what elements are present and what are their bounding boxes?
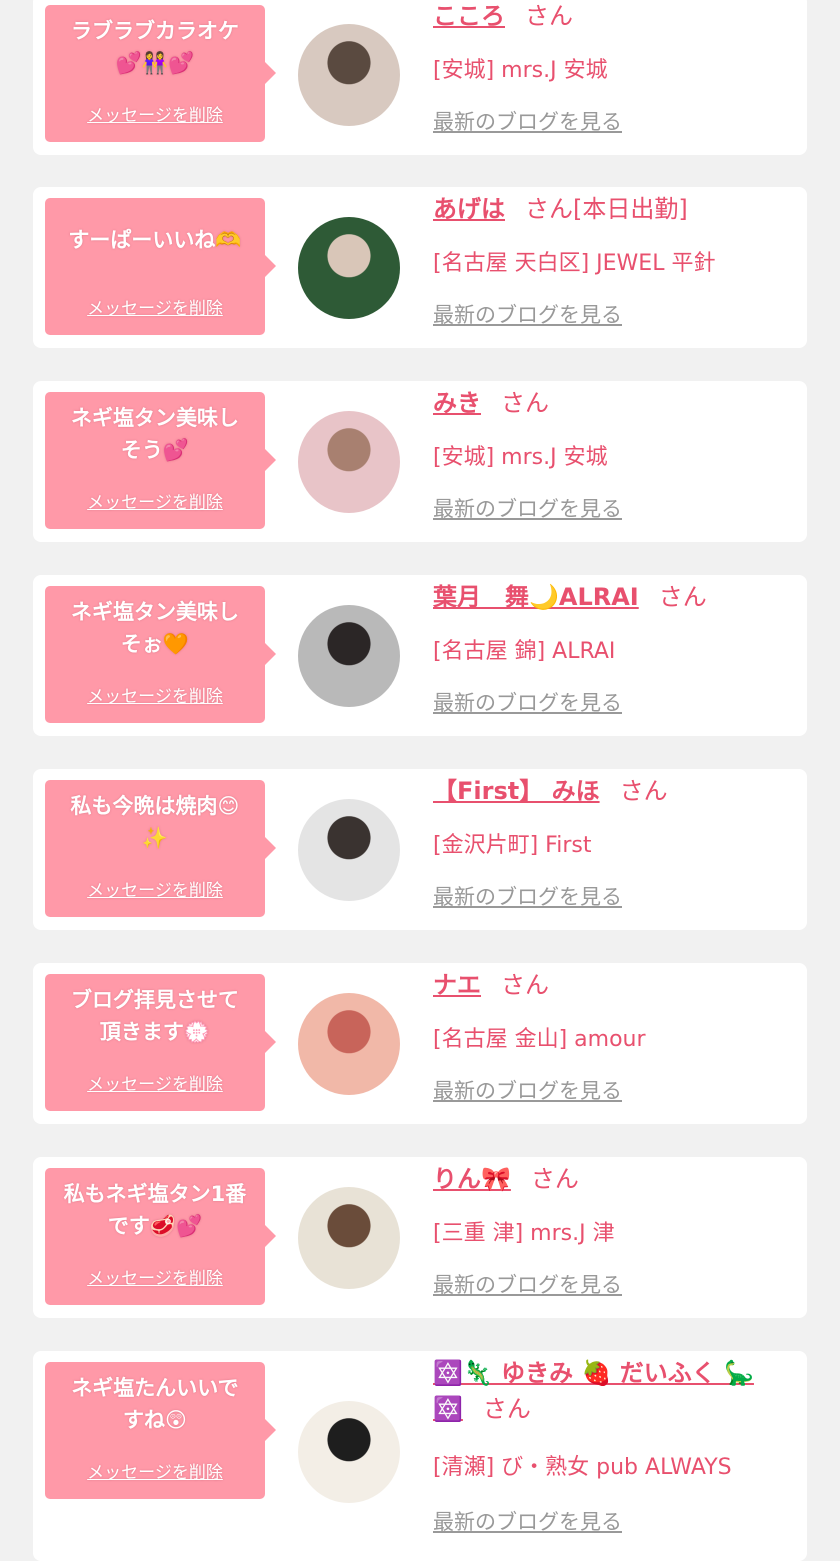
- message-text: 私も今晩は焼肉😊 ✨: [70, 794, 240, 850]
- honorific-label: さん: [482, 1395, 531, 1423]
- message-bubble: すーぱーいいね🫶 メッセージを削除: [45, 198, 276, 335]
- avatar-photo-icon[interactable]: [298, 799, 400, 901]
- message-text: ラブラブカラオケ 💕👭💕: [71, 19, 239, 75]
- shop-name: [清瀬] び・熟女 pub ALWAYS: [433, 1455, 732, 1480]
- message-list: ラブラブカラオケ 💕👭💕 メッセージを削除 こころ さん [安城] mrs.J 安城 最新…: [0, 0, 840, 1561]
- profile-name-line: あげは さん[本日出勤]: [433, 191, 793, 227]
- shop-name: [安城] mrs.J 安城: [433, 445, 608, 470]
- avatar-photo-icon[interactable]: [298, 605, 400, 707]
- latest-blog-link[interactable]: 最新のブログを見る: [433, 1075, 622, 1105]
- shop-name: [金沢片町] First: [433, 833, 592, 858]
- delete-message-link[interactable]: メッセージを削除: [45, 876, 265, 901]
- message-bubble: ブログ拝見させて 頂きます💮 メッセージを削除: [45, 974, 276, 1111]
- message-text: ネギ塩タン美味し そぉ🧡: [71, 600, 239, 656]
- message-bubble: 私も今晩は焼肉😊 ✨ メッセージを削除: [45, 780, 276, 917]
- shop-name: [名古屋 天白区] JEWEL 平針: [433, 251, 716, 276]
- delete-message-link[interactable]: メッセージを削除: [45, 1264, 265, 1289]
- message-text: ネギ塩たんいいで すね😲: [71, 1376, 239, 1432]
- message-text: ネギ塩タン美味し そう💕: [71, 406, 239, 462]
- profile-name-line: 葉月 舞🌙ALRAI さん: [433, 579, 793, 615]
- profile-name-line: ナエ さん: [433, 967, 793, 1003]
- profile-name-line: 🔯🦎 ゆきみ 🍓 だいふく 🦕 🔯 さん: [433, 1355, 793, 1427]
- message-card: ネギ塩たんいいで すね😲 メッセージを削除 🔯🦎 ゆきみ 🍓 だいふく 🦕 🔯 さん […: [33, 1351, 807, 1561]
- profile-name-link[interactable]: りん🎀: [433, 1165, 511, 1193]
- message-card: ブログ拝見させて 頂きます💮 メッセージを削除 ナエ さん [名古屋 金山] amour…: [33, 963, 807, 1124]
- shop-name: [名古屋 錦] ALRAI: [433, 639, 616, 664]
- latest-blog-link[interactable]: 最新のブログを見る: [433, 1506, 622, 1536]
- message-text: ブログ拝見させて 頂きます💮: [71, 988, 239, 1044]
- delete-message-link[interactable]: メッセージを削除: [45, 1070, 265, 1095]
- message-bubble: 私もネギ塩タン1番 です🥩💕 メッセージを削除: [45, 1168, 276, 1305]
- honorific-label: さん: [658, 583, 707, 611]
- avatar-photo-icon[interactable]: [298, 1187, 400, 1289]
- delete-message-link[interactable]: メッセージを削除: [45, 1458, 265, 1483]
- profile-name-line: 【First】 みほ さん: [433, 773, 793, 809]
- latest-blog-link[interactable]: 最新のブログを見る: [433, 1269, 622, 1299]
- message-text: 私もネギ塩タン1番 です🥩💕: [63, 1182, 247, 1238]
- delete-message-link[interactable]: メッセージを削除: [45, 101, 265, 126]
- shop-name: [名古屋 金山] amour: [433, 1027, 646, 1052]
- message-card: すーぱーいいね🫶 メッセージを削除 あげは さん[本日出勤] [名古屋 天白区] JEW…: [33, 187, 807, 348]
- message-card: 私も今晩は焼肉😊 ✨ メッセージを削除 【First】 みほ さん [金沢片町] Fir…: [33, 769, 807, 930]
- message-bubble: ネギ塩たんいいで すね😲 メッセージを削除: [45, 1362, 276, 1499]
- message-card: ラブラブカラオケ 💕👭💕 メッセージを削除 こころ さん [安城] mrs.J 安城最新…: [33, 0, 807, 155]
- latest-blog-link[interactable]: 最新のブログを見る: [433, 881, 622, 911]
- message-bubble: ネギ塩タン美味し そう💕 メッセージを削除: [45, 392, 276, 529]
- latest-blog-link[interactable]: 最新のブログを見る: [433, 106, 622, 136]
- honorific-label: さん: [530, 1165, 579, 1193]
- honorific-label: さん: [525, 195, 573, 223]
- message-card: 私もネギ塩タン1番 です🥩💕 メッセージを削除 りん🎀 さん [三重 津] mrs.J …: [33, 1157, 807, 1318]
- shop-name: [安城] mrs.J 安城: [433, 58, 608, 83]
- honorific-label: さん: [501, 389, 549, 417]
- profile-name-link[interactable]: 葉月 舞🌙ALRAI: [433, 583, 639, 611]
- avatar-photo-icon[interactable]: [298, 24, 400, 126]
- avatar-photo-icon[interactable]: [298, 993, 400, 1095]
- message-card: ネギ塩タン美味し そぉ🧡 メッセージを削除 葉月 舞🌙ALRAI さん [名古屋 錦] …: [33, 575, 807, 736]
- message-bubble: ネギ塩タン美味し そぉ🧡 メッセージを削除: [45, 586, 276, 723]
- profile-name-line: りん🎀 さん: [433, 1161, 793, 1197]
- avatar-photo-icon[interactable]: [298, 411, 400, 513]
- shop-name: [三重 津] mrs.J 津: [433, 1221, 615, 1246]
- honorific-label: さん: [525, 2, 573, 30]
- status-badge: [本日出勤]: [573, 195, 688, 223]
- avatar-photo-icon[interactable]: [298, 217, 400, 319]
- message-bubble: ラブラブカラオケ 💕👭💕 メッセージを削除: [45, 5, 276, 142]
- avatar-illustration-icon[interactable]: [298, 1401, 400, 1503]
- delete-message-link[interactable]: メッセージを削除: [45, 294, 265, 319]
- profile-name-link[interactable]: ナエ: [433, 971, 481, 999]
- profile-name-link[interactable]: こころ: [433, 2, 505, 30]
- delete-message-link[interactable]: メッセージを削除: [45, 488, 265, 513]
- latest-blog-link[interactable]: 最新のブログを見る: [433, 299, 622, 329]
- profile-name-link[interactable]: 🔯🦎 ゆきみ 🍓 だいふく 🦕 🔯: [433, 1359, 754, 1423]
- profile-name-link[interactable]: あげは: [433, 195, 505, 223]
- profile-name-link[interactable]: みき: [433, 389, 481, 417]
- message-text: すーぱーいいね🫶: [68, 228, 242, 252]
- honorific-label: さん: [501, 971, 549, 999]
- latest-blog-link[interactable]: 最新のブログを見る: [433, 687, 622, 717]
- honorific-label: さん: [619, 777, 668, 805]
- latest-blog-link[interactable]: 最新のブログを見る: [433, 493, 622, 523]
- profile-name-line: みき さん: [433, 385, 793, 421]
- delete-message-link[interactable]: メッセージを削除: [45, 682, 265, 707]
- profile-name-link[interactable]: 【First】 みほ: [433, 777, 600, 805]
- profile-name-line: こころ さん: [433, 0, 793, 34]
- message-card: ネギ塩タン美味し そう💕 メッセージを削除 みき さん [安城] mrs.J 安城最新の…: [33, 381, 807, 542]
